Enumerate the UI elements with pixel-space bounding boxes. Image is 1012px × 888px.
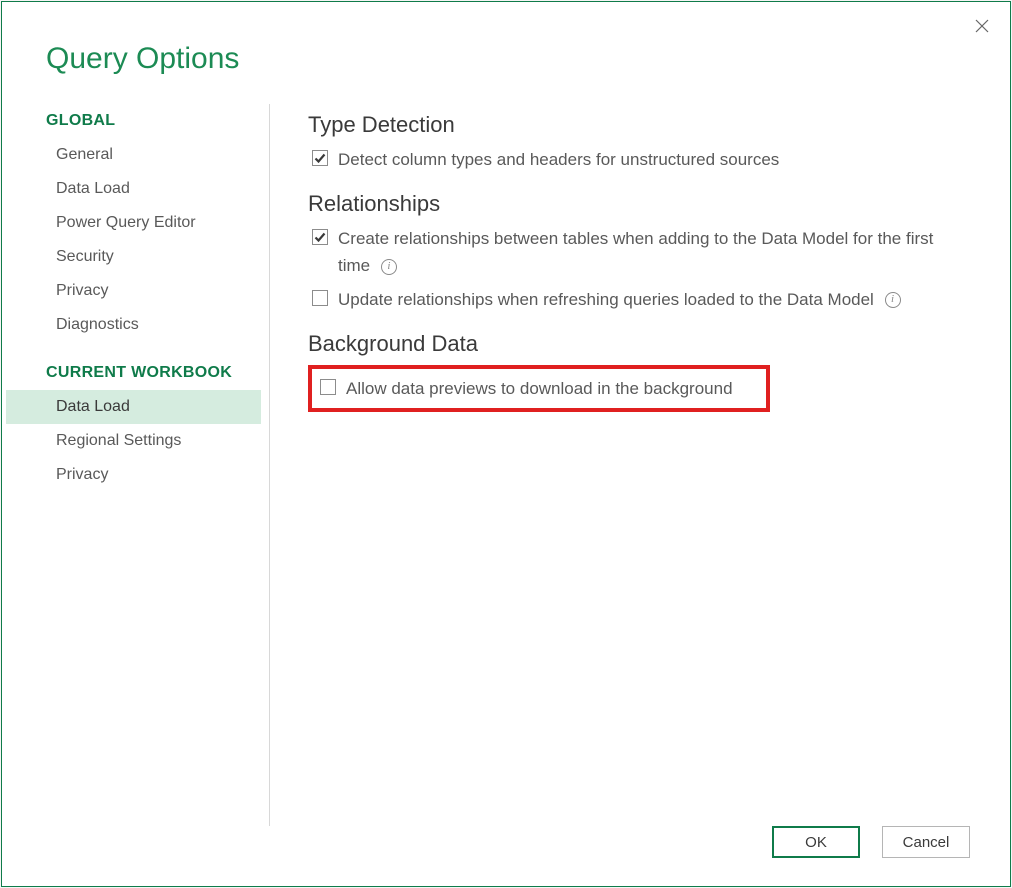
sidebar-header-current-workbook: CURRENT WORKBOOK xyxy=(2,364,269,390)
info-icon[interactable]: i xyxy=(381,259,397,275)
main-pane: Type Detection Detect column types and h… xyxy=(270,104,1010,826)
label-detect-column-types: Detect column types and headers for unst… xyxy=(338,146,779,173)
sidebar: GLOBAL General Data Load Power Query Edi… xyxy=(2,104,270,826)
close-icon xyxy=(974,18,990,34)
checkbox-allow-background-download[interactable] xyxy=(320,379,336,395)
heading-relationships: Relationships xyxy=(308,191,970,217)
highlight-box: Allow data previews to download in the b… xyxy=(308,365,770,412)
ok-button[interactable]: OK xyxy=(772,826,860,858)
checkbox-create-relationships[interactable] xyxy=(312,229,328,245)
sidebar-item-security[interactable]: Security xyxy=(2,240,269,274)
option-create-relationships[interactable]: Create relationships between tables when… xyxy=(308,225,970,279)
heading-background-data: Background Data xyxy=(308,331,970,357)
info-icon[interactable]: i xyxy=(885,292,901,308)
close-button[interactable] xyxy=(972,16,992,36)
content-area: GLOBAL General Data Load Power Query Edi… xyxy=(2,76,1010,826)
sidebar-item-privacy-workbook[interactable]: Privacy xyxy=(2,458,269,492)
option-allow-background-download[interactable]: Allow data previews to download in the b… xyxy=(316,375,758,402)
checkbox-detect-column-types[interactable] xyxy=(312,150,328,166)
sidebar-item-power-query-editor[interactable]: Power Query Editor xyxy=(2,206,269,240)
sidebar-section-global: GLOBAL General Data Load Power Query Edi… xyxy=(2,112,269,342)
sidebar-item-privacy-global[interactable]: Privacy xyxy=(2,274,269,308)
dialog-footer: OK Cancel xyxy=(2,826,1010,886)
label-update-relationships: Update relationships when refreshing que… xyxy=(338,286,901,313)
sidebar-item-general[interactable]: General xyxy=(2,138,269,172)
checkmark-icon xyxy=(314,231,326,243)
option-update-relationships[interactable]: Update relationships when refreshing que… xyxy=(308,286,970,313)
label-create-relationships: Create relationships between tables when… xyxy=(338,225,970,279)
sidebar-section-current-workbook: CURRENT WORKBOOK Data Load Regional Sett… xyxy=(2,364,269,492)
dialog-title: Query Options xyxy=(2,2,1010,76)
sidebar-item-regional-settings[interactable]: Regional Settings xyxy=(2,424,269,458)
sidebar-item-diagnostics[interactable]: Diagnostics xyxy=(2,308,269,342)
heading-type-detection: Type Detection xyxy=(308,112,970,138)
checkbox-update-relationships[interactable] xyxy=(312,290,328,306)
option-detect-column-types[interactable]: Detect column types and headers for unst… xyxy=(308,146,970,173)
sidebar-item-data-load-global[interactable]: Data Load xyxy=(2,172,269,206)
query-options-dialog: Query Options GLOBAL General Data Load P… xyxy=(1,1,1011,887)
checkmark-icon xyxy=(314,152,326,164)
label-allow-background-download: Allow data previews to download in the b… xyxy=(346,375,733,402)
cancel-button[interactable]: Cancel xyxy=(882,826,970,858)
sidebar-item-data-load-workbook[interactable]: Data Load xyxy=(6,390,261,424)
sidebar-header-global: GLOBAL xyxy=(2,112,269,138)
